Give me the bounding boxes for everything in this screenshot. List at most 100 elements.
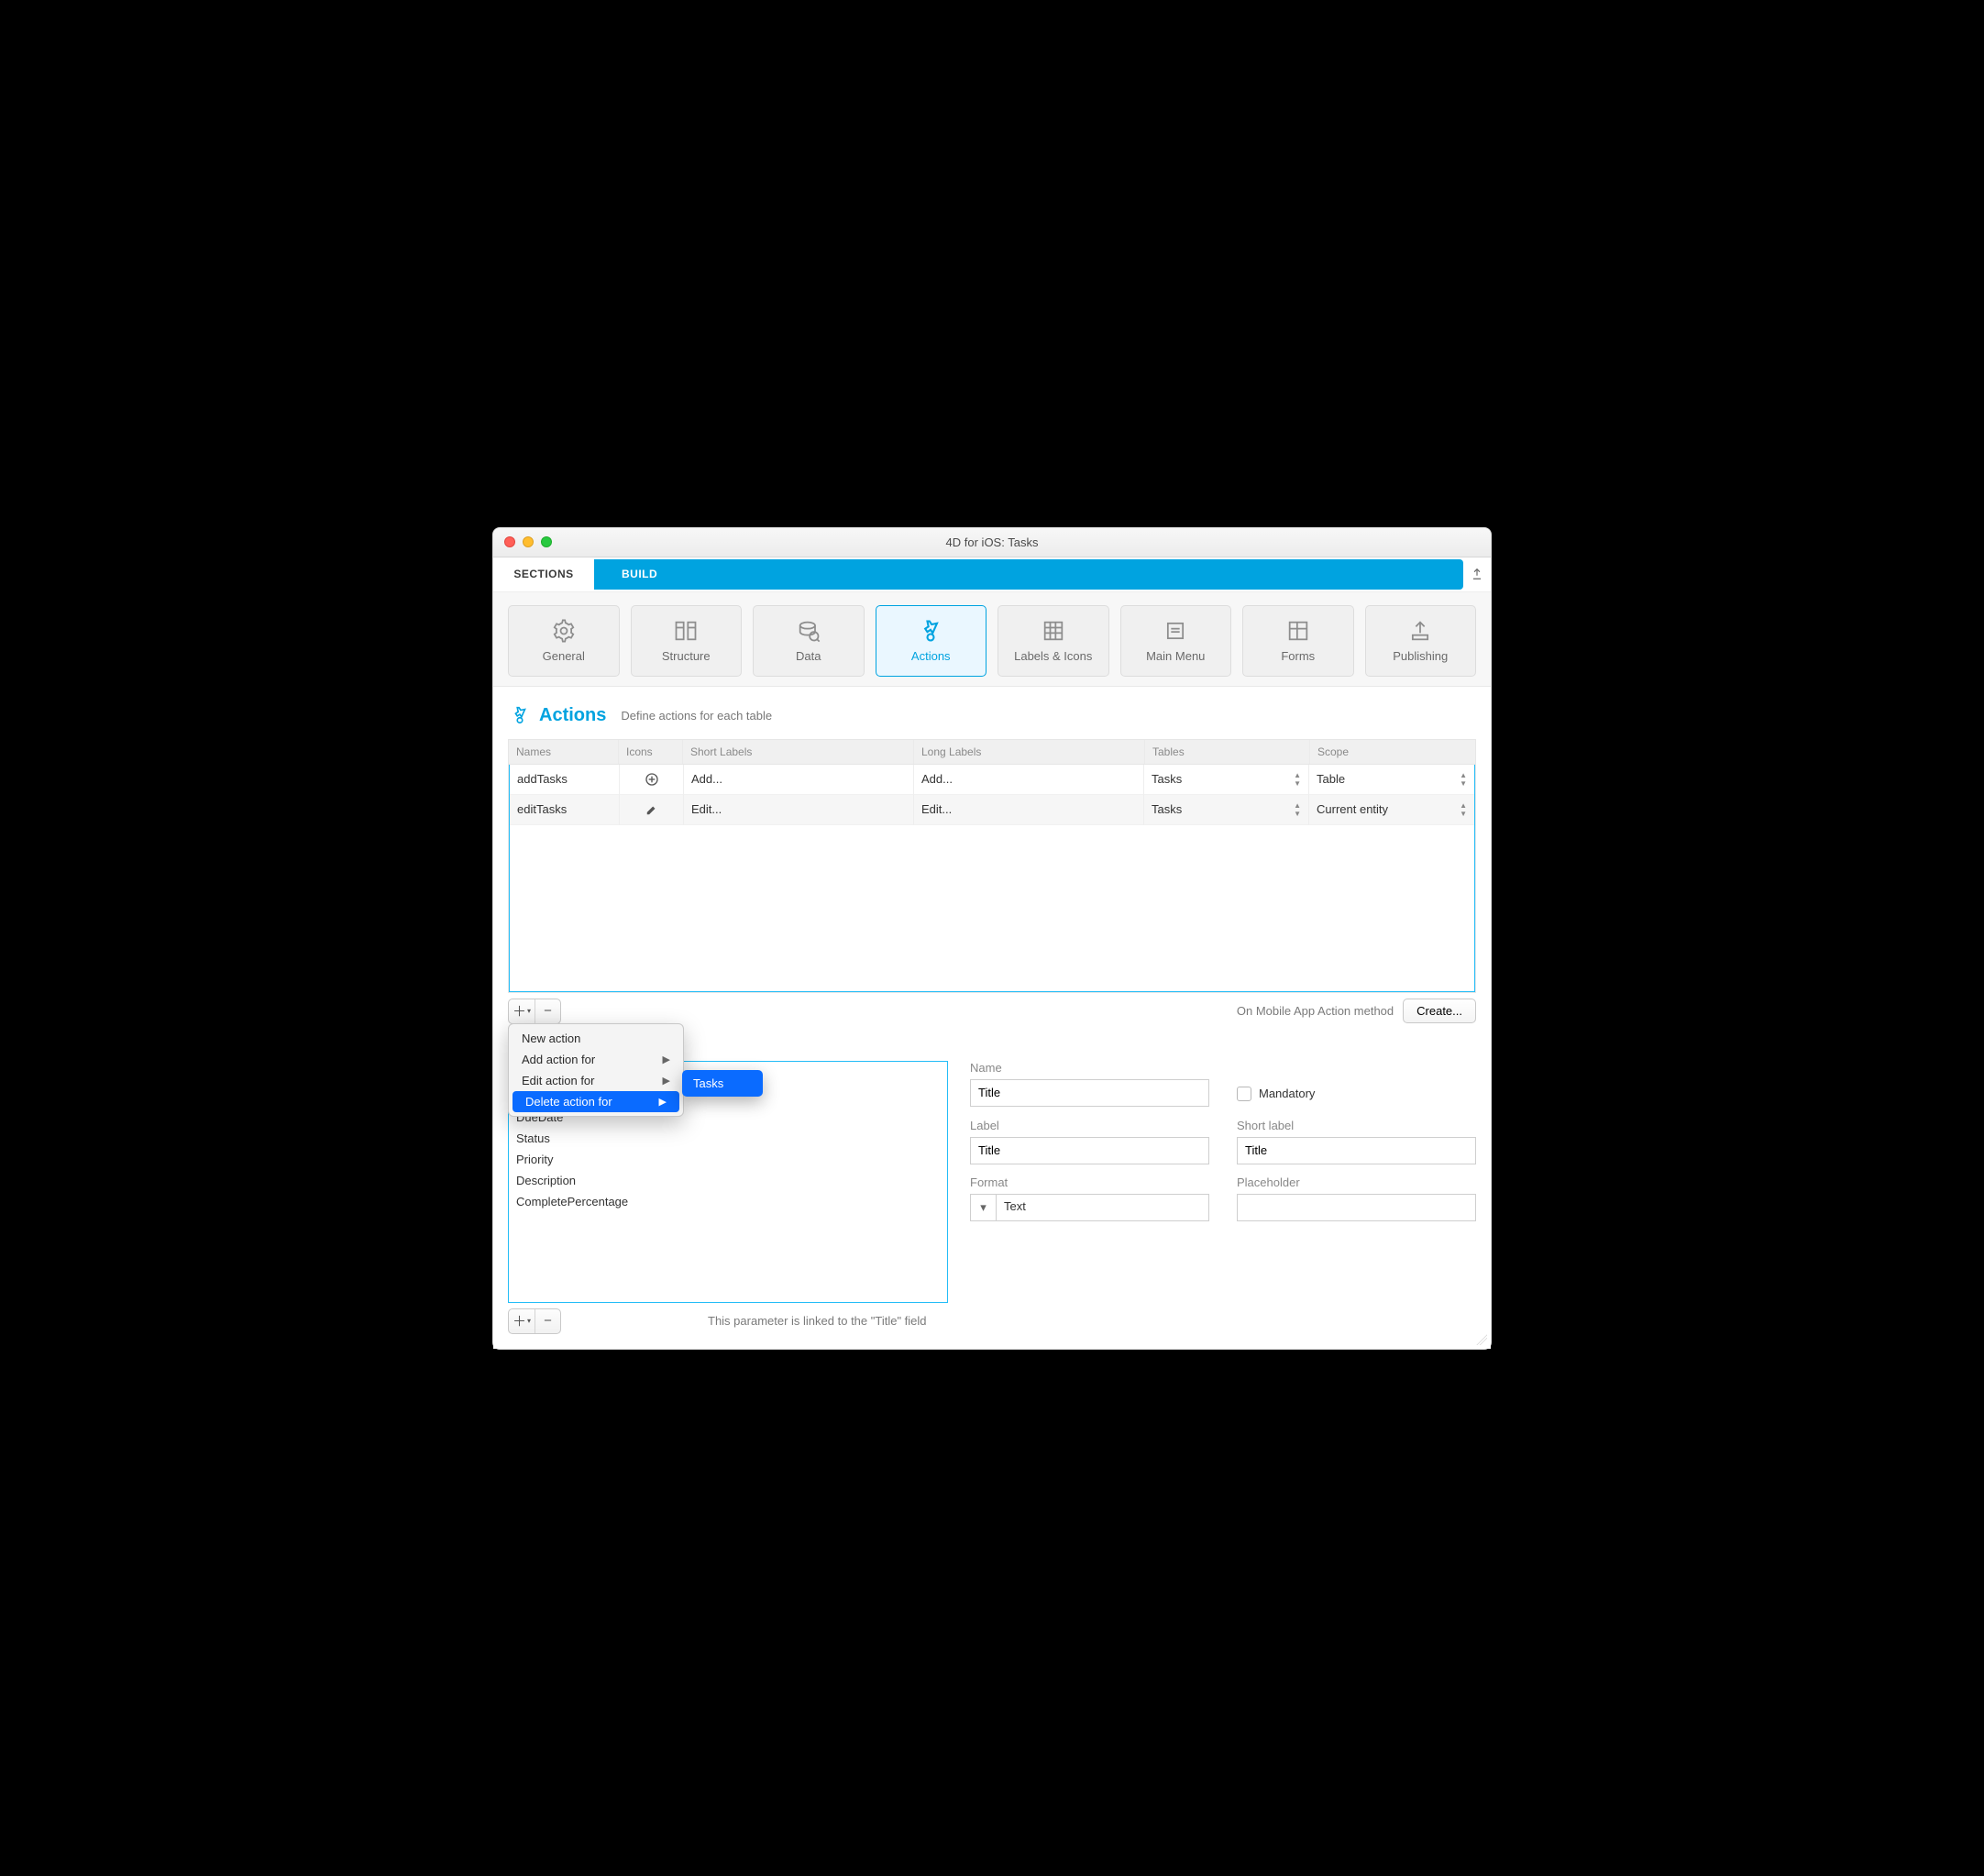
cell-long: Add... — [914, 765, 1144, 795]
stepper-icon[interactable]: ▲▼ — [1294, 801, 1301, 818]
field-format: Format ▾ Text — [970, 1175, 1209, 1221]
input-name[interactable] — [970, 1079, 1209, 1107]
section-label: Labels & Icons — [1014, 649, 1092, 663]
col-names[interactable]: Names — [509, 740, 619, 764]
actions-icon — [510, 705, 530, 725]
stepper-icon[interactable]: ▲▼ — [1294, 771, 1301, 788]
panel-subtitle: Define actions for each table — [621, 709, 772, 723]
input-shortlabel[interactable] — [1237, 1137, 1476, 1164]
cell-name: addTasks — [510, 765, 620, 795]
list-item[interactable]: Priority — [509, 1149, 947, 1170]
add-remove-group: ＋▾ − — [508, 999, 561, 1024]
section-publishing[interactable]: Publishing — [1365, 605, 1477, 677]
plus-circle-icon — [645, 772, 659, 787]
col-long[interactable]: Long Labels — [914, 740, 1145, 764]
list-item[interactable]: CompletePercentage — [509, 1191, 947, 1212]
actions-table-header: Names Icons Short Labels Long Labels Tab… — [509, 740, 1475, 765]
section-label: Data — [796, 649, 821, 663]
submenu-arrow-icon: ▶ — [659, 1096, 667, 1108]
table-row[interactable]: addTasks Add... Add... Tasks▲▼ Table▲▼ — [510, 765, 1474, 795]
section-row: General Structure Data Actions Labels & … — [493, 592, 1491, 687]
table-row[interactable]: editTasks Edit... Edit... Tasks▲▼ Curren… — [510, 795, 1474, 825]
submenu-arrow-icon: ▶ — [663, 1075, 670, 1087]
section-label: Structure — [662, 649, 711, 663]
section-actions[interactable]: Actions — [876, 605, 987, 677]
input-format[interactable]: ▾ Text — [970, 1194, 1209, 1221]
section-label: General — [543, 649, 585, 663]
checkbox-mandatory[interactable] — [1237, 1087, 1251, 1101]
section-data[interactable]: Data — [753, 605, 865, 677]
label-format: Format — [970, 1175, 1209, 1189]
field-shortlabel: Short label — [1237, 1119, 1476, 1164]
cell-long: Edit... — [914, 795, 1144, 825]
col-short[interactable]: Short Labels — [683, 740, 914, 764]
list-item[interactable]: Status — [509, 1128, 947, 1149]
add-action-button[interactable]: ＋▾ — [509, 999, 535, 1023]
linked-field-hint: This parameter is linked to the "Title" … — [708, 1314, 927, 1328]
submenu-item-tasks[interactable]: Tasks — [682, 1074, 763, 1093]
stepper-icon[interactable]: ▲▼ — [1460, 771, 1467, 788]
cell-table: Tasks▲▼ — [1144, 765, 1309, 795]
cell-name: editTasks — [510, 795, 620, 825]
section-label: Publishing — [1393, 649, 1448, 663]
section-labels-icons[interactable]: Labels & Icons — [998, 605, 1109, 677]
delete-action-submenu: Tasks — [682, 1070, 763, 1097]
cell-short: Edit... — [684, 795, 914, 825]
menu-add-action-for[interactable]: Add action for▶ — [509, 1049, 683, 1070]
section-forms[interactable]: Forms — [1242, 605, 1354, 677]
resize-handle[interactable] — [1476, 1334, 1487, 1345]
field-mandatory[interactable]: Mandatory — [1237, 1080, 1476, 1108]
label-mandatory: Mandatory — [1259, 1087, 1315, 1100]
menu-delete-action-for[interactable]: Delete action for▶ — [513, 1091, 679, 1112]
panel-actions: Actions Define actions for each table Na… — [493, 687, 1491, 1349]
field-label: Label — [970, 1119, 1209, 1164]
cell-icon — [620, 795, 684, 825]
field-placeholder: Placeholder — [1237, 1175, 1476, 1221]
param-button-row: ＋▾ − This parameter is linked to the "Ti… — [508, 1308, 948, 1334]
col-icons[interactable]: Icons — [619, 740, 683, 764]
upload-icon[interactable] — [1471, 557, 1483, 591]
actions-table: Names Icons Short Labels Long Labels Tab… — [508, 739, 1476, 993]
panel-heading: Actions Define actions for each table — [508, 700, 1476, 739]
actions-button-row: ＋▾ − On Mobile App Action method Create.… — [508, 999, 1476, 1024]
input-label[interactable] — [970, 1137, 1209, 1164]
method-hint: On Mobile App Action method — [1237, 1004, 1394, 1018]
titlebar: 4D for iOS: Tasks — [493, 528, 1491, 557]
chevron-down-icon[interactable]: ▾ — [971, 1195, 997, 1220]
section-label: Forms — [1281, 649, 1315, 663]
create-method-button[interactable]: Create... — [1403, 999, 1476, 1023]
menu-edit-action-for[interactable]: Edit action for▶ — [509, 1070, 683, 1091]
tab-build[interactable]: BUILD — [594, 559, 1463, 590]
col-scope[interactable]: Scope — [1310, 740, 1475, 764]
actions-table-body: addTasks Add... Add... Tasks▲▼ Table▲▼ e… — [509, 765, 1475, 992]
window-title: 4D for iOS: Tasks — [493, 535, 1491, 549]
remove-action-button[interactable]: − — [535, 999, 560, 1023]
add-param-button[interactable]: ＋▾ — [509, 1309, 535, 1333]
top-tabbar: SECTIONS BUILD — [493, 557, 1491, 592]
add-action-menu: New action Add action for▶ Edit action f… — [508, 1023, 684, 1117]
col-tables[interactable]: Tables — [1145, 740, 1310, 764]
pencil-icon — [645, 803, 658, 816]
remove-param-button[interactable]: − — [535, 1309, 560, 1333]
label-label: Label — [970, 1119, 1209, 1132]
cell-table: Tasks▲▼ — [1144, 795, 1309, 825]
section-structure[interactable]: Structure — [631, 605, 743, 677]
param-form: Name Mandatory Label Short label Format — [970, 1061, 1476, 1334]
section-label: Actions — [911, 649, 951, 663]
section-general[interactable]: General — [508, 605, 620, 677]
label-shortlabel: Short label — [1237, 1119, 1476, 1132]
label-name: Name — [970, 1061, 1209, 1075]
menu-new-action[interactable]: New action — [509, 1028, 683, 1049]
cell-short: Add... — [684, 765, 914, 795]
section-label: Main Menu — [1146, 649, 1205, 663]
section-main-menu[interactable]: Main Menu — [1120, 605, 1232, 677]
cell-scope: Table▲▼ — [1309, 765, 1474, 795]
input-placeholder[interactable] — [1237, 1194, 1476, 1221]
stepper-icon[interactable]: ▲▼ — [1460, 801, 1467, 818]
tab-sections[interactable]: SECTIONS — [493, 557, 594, 591]
cell-icon — [620, 765, 684, 795]
label-placeholder: Placeholder — [1237, 1175, 1476, 1189]
param-add-remove-group: ＋▾ − — [508, 1308, 561, 1334]
cell-scope: Current entity▲▼ — [1309, 795, 1474, 825]
list-item[interactable]: Description — [509, 1170, 947, 1191]
